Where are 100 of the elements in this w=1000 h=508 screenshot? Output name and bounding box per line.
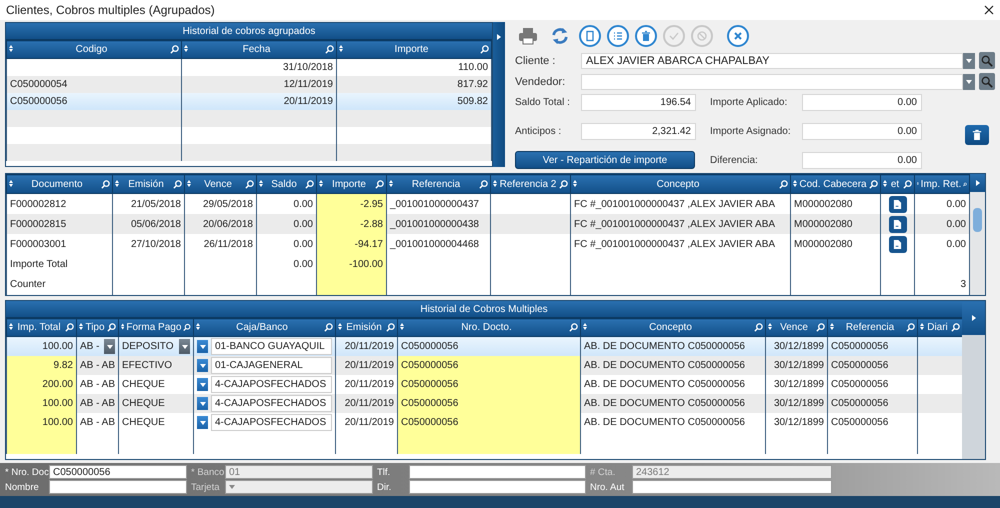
search-icon[interactable] — [480, 45, 489, 54]
table-row[interactable]: 100.00 AB - AB CHEQUE 4-CAJAPOSFECHADOS 20/11/2019 C050000056 AB. DE DOCUMENTO C050000056 30/12/1899 C050000056 — [6, 394, 962, 413]
table-row[interactable]: F000003001 27/10/2018 26/11/2018 0.00 -94.17 _001001000004468 FC #_001001000000437 ,ALEX JAVIER ABA M000002080 0.00 — [6, 234, 970, 255]
dropdown-button[interactable] — [197, 359, 208, 372]
column-header[interactable]: Caja/Banco — [194, 318, 336, 336]
list-button[interactable] — [607, 24, 629, 46]
document-button[interactable] — [888, 236, 906, 254]
seller-field[interactable] — [581, 74, 963, 90]
search-icon[interactable] — [173, 180, 182, 189]
cash-account-field[interactable]: 4-CAJAPOSFECHADOS — [211, 395, 332, 412]
column-header[interactable]: Concepto — [570, 174, 790, 194]
search-icon[interactable] — [107, 323, 116, 332]
dropdown-button[interactable] — [197, 378, 208, 391]
column-header[interactable]: Referencia — [828, 318, 918, 336]
search-icon[interactable] — [101, 180, 110, 189]
input-field[interactable] — [632, 480, 832, 494]
scrollbar-thumb[interactable] — [973, 208, 982, 232]
column-header[interactable]: Cod. Cabecera — [790, 174, 880, 194]
search-icon[interactable] — [903, 180, 912, 189]
dropdown-button[interactable] — [963, 52, 975, 68]
search-icon[interactable] — [754, 323, 763, 332]
input-field[interactable] — [409, 480, 586, 494]
column-header[interactable]: Imp. Total — [6, 318, 76, 336]
expand-arrow-icon[interactable] — [497, 34, 501, 40]
dropdown-button[interactable] — [179, 339, 190, 354]
column-header[interactable]: Referencia 2 — [490, 174, 570, 194]
caret-icon — [182, 344, 188, 348]
column-header[interactable]: Diari — [918, 318, 962, 336]
input-field[interactable]: C050000056 — [49, 465, 187, 479]
table-row[interactable]: 100.00 AB - DEPOSITO 01-BANCO GUAYAQUIL 20/11/2019 C050000056 AB. DE DOCUMENTO C050000056 30/12/1899 C050000056 — [6, 336, 962, 356]
caret-icon — [200, 420, 206, 424]
search-icon[interactable] — [170, 45, 179, 54]
column-header[interactable]: Concepto — [580, 318, 766, 336]
amount-field[interactable]: 0.00 — [802, 152, 922, 168]
close-button[interactable] — [727, 24, 749, 46]
column-header[interactable]: Importe — [316, 174, 386, 194]
column-header[interactable]: Nro. Docto. — [398, 318, 580, 336]
column-header[interactable]: Forma Pago — [118, 318, 194, 336]
column-header[interactable]: Documento — [6, 174, 112, 194]
cash-account-field[interactable]: 4-CAJAPOSFECHADOS — [211, 414, 332, 431]
expand-arrow-icon[interactable] — [976, 180, 980, 186]
table-row[interactable]: C050000054 12/11/2019 817.92 — [6, 76, 492, 93]
column-header[interactable]: Emisión — [112, 174, 184, 194]
search-icon[interactable] — [325, 45, 334, 54]
column-header[interactable]: Saldo — [256, 174, 316, 194]
dropdown-button[interactable] — [197, 416, 208, 429]
expand-arrow-icon[interactable] — [972, 315, 976, 321]
document-button[interactable] — [888, 216, 906, 233]
column-header[interactable]: Vence — [766, 318, 828, 336]
table-row[interactable]: 100.00 AB - AB CHEQUE 4-CAJAPOSFECHADOS 20/11/2019 C050000056 AB. DE DOCUMENTO C050000056 30/12/1899 C050000056 — [6, 413, 962, 432]
search-icon[interactable] — [779, 180, 788, 189]
search-button[interactable] — [979, 52, 995, 69]
dropdown-button[interactable] — [197, 397, 208, 410]
search-icon[interactable] — [375, 180, 384, 189]
search-icon[interactable] — [183, 323, 191, 332]
client-field[interactable]: ALEX JAVIER ABARCA CHAPALBAY — [581, 52, 963, 68]
search-icon[interactable] — [869, 180, 878, 189]
column-header[interactable]: et — [880, 174, 914, 194]
column-header[interactable]: Emisión — [336, 318, 398, 336]
search-icon[interactable] — [324, 323, 333, 332]
amount-field[interactable]: 196.54 — [581, 94, 696, 111]
search-icon[interactable] — [245, 180, 254, 189]
search-icon[interactable] — [65, 323, 74, 332]
dropdown-button[interactable] — [104, 339, 115, 354]
column-header[interactable]: Tipo — [76, 318, 118, 336]
column-header[interactable]: Referencia — [386, 174, 490, 194]
column-header[interactable]: Codigo — [6, 40, 182, 58]
cash-account-field[interactable]: 01-CAJAGENERAL — [211, 357, 332, 374]
distribution-button[interactable]: Ver - Repartición de importe — [515, 151, 695, 169]
document-button[interactable] — [888, 196, 906, 213]
search-icon[interactable] — [569, 323, 578, 332]
search-icon[interactable] — [305, 180, 314, 189]
new-button[interactable] — [579, 24, 601, 46]
search-icon[interactable] — [963, 180, 967, 189]
table-row[interactable]: F000002815 05/06/2018 20/06/2018 0.00 -2.88 _001001000000438 FC #_001001000000437 ,ALEX JAVIER ABA M000002080 0.00 — [6, 214, 970, 234]
amount-field[interactable]: 0.00 — [802, 122, 922, 140]
amount-field[interactable]: 0.00 — [802, 94, 922, 111]
table-row[interactable]: C050000056 20/11/2019 509.82 — [6, 93, 492, 110]
amount-field[interactable]: 2,321.42 — [581, 122, 696, 140]
search-icon[interactable] — [951, 323, 960, 332]
search-icon[interactable] — [479, 180, 488, 189]
column-header[interactable]: Importe — [336, 40, 492, 58]
cash-account-field[interactable]: 4-CAJAPOSFECHADOS — [211, 376, 332, 393]
table-row[interactable]: 9.82 AB - AB EFECTIVO 01-CAJAGENERAL 20/11/2019 C050000056 AB. DE DOCUMENTO C050000056 30/12/1899 C050000056 — [6, 356, 962, 375]
close-icon[interactable] — [984, 5, 994, 15]
search-icon[interactable] — [906, 323, 915, 332]
search-icon[interactable] — [816, 323, 825, 332]
input-field[interactable] — [49, 480, 187, 494]
search-button[interactable] — [979, 73, 995, 90]
column-header[interactable]: Vence — [184, 174, 256, 194]
cash-account-field[interactable]: 01-BANCO GUAYAQUIL — [211, 338, 332, 355]
delete-button[interactable] — [635, 24, 657, 46]
search-icon[interactable] — [559, 180, 568, 189]
dropdown-button[interactable] — [197, 340, 208, 353]
column-header[interactable]: Imp. Ret. — [914, 174, 970, 194]
column-header[interactable]: Fecha — [182, 40, 336, 58]
input-field[interactable] — [409, 465, 586, 479]
search-icon[interactable] — [386, 323, 395, 332]
delete-button[interactable] — [965, 125, 989, 145]
dropdown-button[interactable] — [963, 74, 975, 90]
